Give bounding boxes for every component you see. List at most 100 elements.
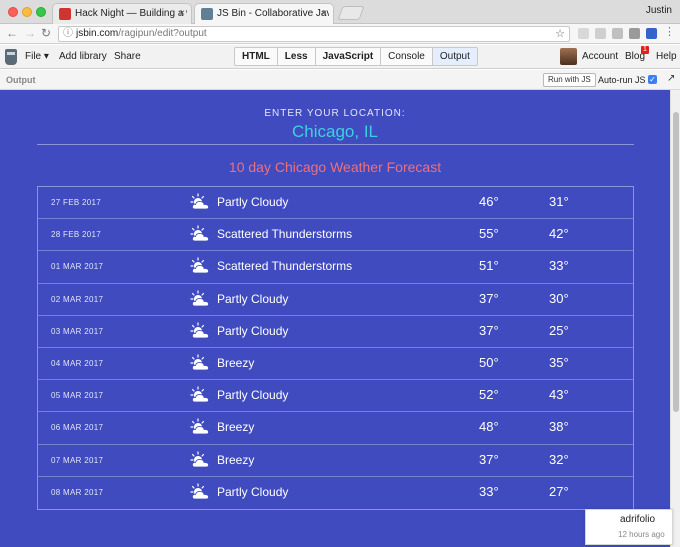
tab-html[interactable]: HTML: [235, 48, 278, 65]
share-button[interactable]: Share: [114, 51, 141, 62]
forecast-date: 07 MAR 2017: [51, 455, 104, 465]
forecast-row: 01 MAR 2017 Scattered Thunderstorms 51° …: [38, 251, 633, 284]
forecast-row: 08 MAR 2017 Partly Cloudy 33° 27°: [38, 477, 633, 509]
forecast-row: 06 MAR 2017 Breezy 48° 38°: [38, 412, 633, 445]
forecast-date: 02 MAR 2017: [51, 294, 104, 304]
partly-cloudy-icon: [190, 193, 209, 210]
new-tab-button[interactable]: [337, 6, 365, 20]
forecast-condition: Breezy: [217, 452, 255, 467]
forecast-condition: Partly Cloudy: [217, 323, 289, 338]
forecast-low: 31°: [549, 194, 569, 209]
profile-name[interactable]: Justin: [646, 5, 672, 16]
blog-badge: 1: [641, 46, 649, 54]
tab-less[interactable]: Less: [278, 48, 316, 65]
more-menu-icon[interactable]: ⋮: [664, 25, 675, 38]
forecast-low: 27°: [549, 483, 569, 499]
bookmark-star-icon[interactable]: ☆: [555, 27, 565, 41]
tab-close-icon[interactable]: ×: [179, 4, 185, 24]
window-maximize-button[interactable]: [36, 7, 46, 17]
partly-cloudy-icon: [190, 289, 209, 306]
partly-cloudy-icon: [190, 483, 209, 500]
forecast-low: 33°: [549, 258, 569, 274]
forecast-title: 10 day Chicago Weather Forecast: [228, 159, 442, 175]
forecast-date: 03 MAR 2017: [51, 326, 104, 336]
forecast-condition: Partly Cloudy: [217, 195, 289, 209]
tab-title: JS Bin - Collaborative JavaScr: [217, 8, 329, 19]
browser-tab-bar: Hack Night — Building a week × JS Bin - …: [0, 0, 680, 24]
output-label: Output: [6, 75, 36, 85]
tab-output[interactable]: Output: [432, 48, 477, 65]
url-host: jsbin.com: [76, 28, 119, 39]
file-menu[interactable]: File ▾: [25, 51, 49, 62]
output-scrollbar[interactable]: [670, 90, 680, 547]
forecast-condition: Breezy: [217, 420, 255, 435]
forecast-date: 06 MAR 2017: [51, 423, 104, 433]
address-bar: ← → ↻ ⓘ jsbin.com/ragipun/edit?output ☆ …: [0, 24, 680, 44]
autorun-checkbox[interactable]: ✓: [648, 75, 657, 84]
jsbin-toolbar: File ▾ Add library Share HTML Less JavaS…: [0, 45, 680, 69]
back-arrow-icon[interactable]: ←: [6, 26, 18, 40]
extension-icon[interactable]: [612, 28, 623, 39]
forecast-high: 50°: [479, 354, 499, 370]
forecast-low: 35°: [549, 354, 569, 370]
forecast-date: 04 MAR 2017: [51, 358, 104, 368]
account-link[interactable]: Account: [582, 51, 618, 62]
viewer-toast: adrifolio 12 hours ago: [585, 509, 673, 545]
forecast-high: 52°: [479, 387, 499, 403]
forecast-condition: Partly Cloudy: [217, 291, 289, 306]
toast-username: adrifolio: [620, 514, 656, 525]
avatar[interactable]: [560, 48, 577, 65]
forecast-low: 38°: [549, 419, 569, 435]
window-minimize-button[interactable]: [22, 7, 32, 17]
forecast-low: 30°: [549, 290, 569, 306]
output-frame: ENTER YOUR LOCATION: Chicago, IL 10 day …: [0, 90, 670, 547]
reload-icon[interactable]: ↻: [41, 26, 51, 40]
forecast-date: 28 FEB 2017: [51, 230, 101, 240]
forecast-row: 27 FEB 2017 Partly Cloudy 46° 31°: [38, 187, 633, 220]
extension-icon[interactable]: [595, 28, 606, 39]
window-close-button[interactable]: [8, 7, 18, 17]
medium-favicon-icon: [59, 8, 71, 20]
tab-close-icon[interactable]: ×: [321, 4, 327, 24]
tab-console[interactable]: Console: [381, 48, 433, 65]
location-input[interactable]: Chicago, IL: [0, 122, 670, 142]
toast-timestamp: 12 hours ago: [618, 530, 665, 539]
forecast-date: 05 MAR 2017: [51, 391, 104, 401]
forecast-row: 04 MAR 2017 Breezy 50° 35°: [38, 348, 633, 381]
jsbin-logo-icon[interactable]: [5, 49, 17, 65]
forward-arrow-icon[interactable]: →: [24, 26, 36, 40]
forecast-low: 42°: [549, 226, 569, 242]
forecast-row: 28 FEB 2017 Scattered Thunderstorms 55° …: [38, 219, 633, 252]
forecast-low: 25°: [549, 322, 569, 338]
forecast-low: 32°: [549, 451, 569, 467]
forecast-row: 02 MAR 2017 Partly Cloudy 37° 30°: [38, 284, 633, 316]
forecast-high: 37°: [479, 451, 499, 467]
forecast-high: 33°: [479, 483, 499, 499]
partly-cloudy-icon: [190, 450, 209, 467]
browser-tab-hack-night[interactable]: Hack Night — Building a week ×: [52, 3, 192, 24]
extension-icon[interactable]: [578, 28, 589, 39]
popout-arrow-icon[interactable]: ↗: [667, 73, 675, 84]
forecast-row: 03 MAR 2017 Partly Cloudy 37° 25°: [38, 316, 633, 348]
extension-icon[interactable]: [646, 28, 657, 39]
forecast-high: 37°: [479, 322, 499, 338]
forecast-condition: Breezy: [217, 355, 255, 370]
add-library-button[interactable]: Add library: [59, 51, 107, 62]
output-panel-header: Output Run with JS Auto-run JS ✓ ↗: [0, 70, 680, 90]
help-link[interactable]: Help: [656, 51, 677, 62]
info-icon[interactable]: ⓘ: [63, 27, 73, 41]
browser-tab-jsbin[interactable]: JS Bin - Collaborative JavaScr ×: [194, 3, 334, 24]
tab-javascript[interactable]: JavaScript: [316, 48, 382, 65]
scrollbar-thumb[interactable]: [673, 112, 679, 412]
forecast-high: 55°: [479, 226, 499, 242]
forecast-condition: Partly Cloudy: [217, 388, 289, 403]
forecast-high: 46°: [479, 194, 499, 209]
cast-icon[interactable]: [629, 28, 640, 39]
url-input[interactable]: ⓘ jsbin.com/ragipun/edit?output ☆: [58, 26, 570, 42]
forecast-date: 27 FEB 2017: [51, 198, 101, 207]
panel-switcher: HTML Less JavaScript Console Output: [234, 47, 478, 66]
forecast-date: 01 MAR 2017: [51, 262, 104, 272]
partly-cloudy-icon: [190, 322, 209, 339]
run-with-js-button[interactable]: Run with JS: [543, 73, 596, 87]
forecast-high: 48°: [479, 419, 499, 435]
